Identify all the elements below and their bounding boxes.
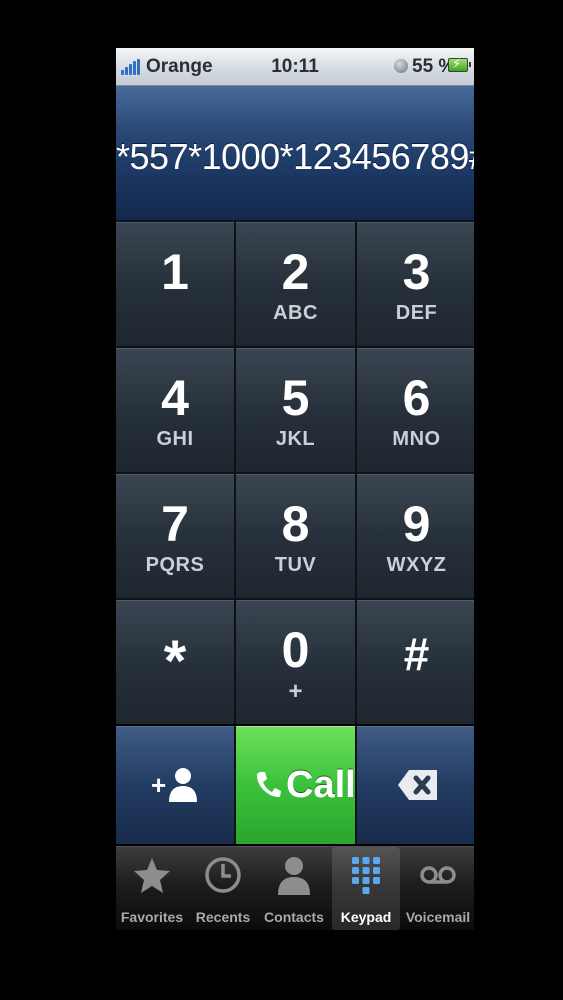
tab-favorites[interactable]: Favorites (116, 847, 188, 930)
key-letters: GHI (156, 428, 194, 450)
key-digit: 7 (161, 496, 189, 552)
key-9[interactable]: 9 WXYZ (357, 474, 474, 598)
key-letters: PQRS (145, 554, 205, 576)
tab-recents[interactable]: Recents (188, 847, 258, 930)
tab-bar: Favorites Recents Contacts Keypad Voicem… (116, 846, 474, 930)
dialed-number: *557*1000*123456789# (116, 136, 474, 177)
tab-label: Favorites (120, 909, 184, 925)
battery-charging-icon: ⚡ (448, 57, 471, 72)
key-digit: # (403, 628, 430, 680)
orientation-lock-icon (394, 59, 408, 73)
voicemail-icon (420, 866, 456, 884)
key-3[interactable]: 3 DEF (357, 222, 474, 346)
key-6[interactable]: 6 MNO (357, 348, 474, 472)
phone-icon (256, 772, 281, 798)
person-icon (278, 857, 310, 895)
add-contact-button[interactable]: + (116, 726, 234, 844)
call-button[interactable]: Call (236, 726, 356, 844)
key-letters: TUV (274, 554, 317, 576)
key-digit: 0 (281, 622, 310, 678)
key-digit: 8 (281, 496, 310, 552)
tab-label: Contacts (264, 909, 324, 925)
key-digit: 1 (161, 244, 189, 300)
key-star[interactable]: * (116, 600, 234, 724)
delete-button[interactable] (357, 726, 474, 844)
add-contact-icon: + (151, 768, 197, 802)
key-4[interactable]: 4 GHI (116, 348, 234, 472)
tab-keypad[interactable]: Keypad (332, 847, 400, 930)
number-display: *557*1000*123456789# (116, 86, 474, 222)
phone-screen: Orange 10:11 55 % ⚡ *557*1000*123456789#… (116, 48, 474, 930)
key-hash[interactable]: # (357, 600, 474, 724)
key-7[interactable]: 7 PQRS (116, 474, 234, 598)
tab-voicemail[interactable]: Voicemail (402, 847, 474, 930)
tab-label: Keypad (340, 909, 392, 925)
key-digit: 4 (161, 370, 189, 426)
star-icon (134, 858, 170, 893)
key-digit: * (163, 629, 187, 694)
key-letters: DEF (395, 302, 438, 324)
keypad: 1 2 ABC 3 DEF 4 GHI 5 JKL 6 MNO 7 PQRS 8 TUV 9W… (116, 222, 474, 724)
tab-contacts[interactable]: Contacts (258, 847, 330, 930)
key-2[interactable]: 2 ABC (236, 222, 355, 346)
key-letters: + (288, 678, 303, 705)
key-letters: ABC (273, 302, 318, 324)
tab-label: Recents (195, 909, 251, 925)
svg-text:+: + (151, 770, 166, 800)
key-digit: 3 (402, 244, 431, 300)
key-digit: 5 (281, 370, 310, 426)
tab-label: Voicemail (405, 909, 471, 925)
key-letters: MNO (392, 428, 441, 450)
clock-icon (205, 857, 241, 893)
key-digit: 2 (281, 244, 310, 300)
key-5[interactable]: 5 JKL (236, 348, 355, 472)
key-letters: JKL (275, 428, 316, 450)
key-digit: 6 (402, 370, 431, 426)
action-row: + Call (116, 726, 474, 844)
key-digit: 9 (402, 496, 431, 552)
keypad-icon (352, 857, 380, 894)
key-8[interactable]: 8 TUV (236, 474, 355, 598)
delete-icon (398, 770, 437, 800)
status-bar: Orange 10:11 55 % ⚡ (116, 48, 474, 86)
call-label: Call (286, 764, 356, 806)
key-letters: WXYZ (386, 554, 447, 576)
key-1[interactable]: 1 (116, 222, 234, 346)
key-0[interactable]: 0 + (236, 600, 355, 724)
